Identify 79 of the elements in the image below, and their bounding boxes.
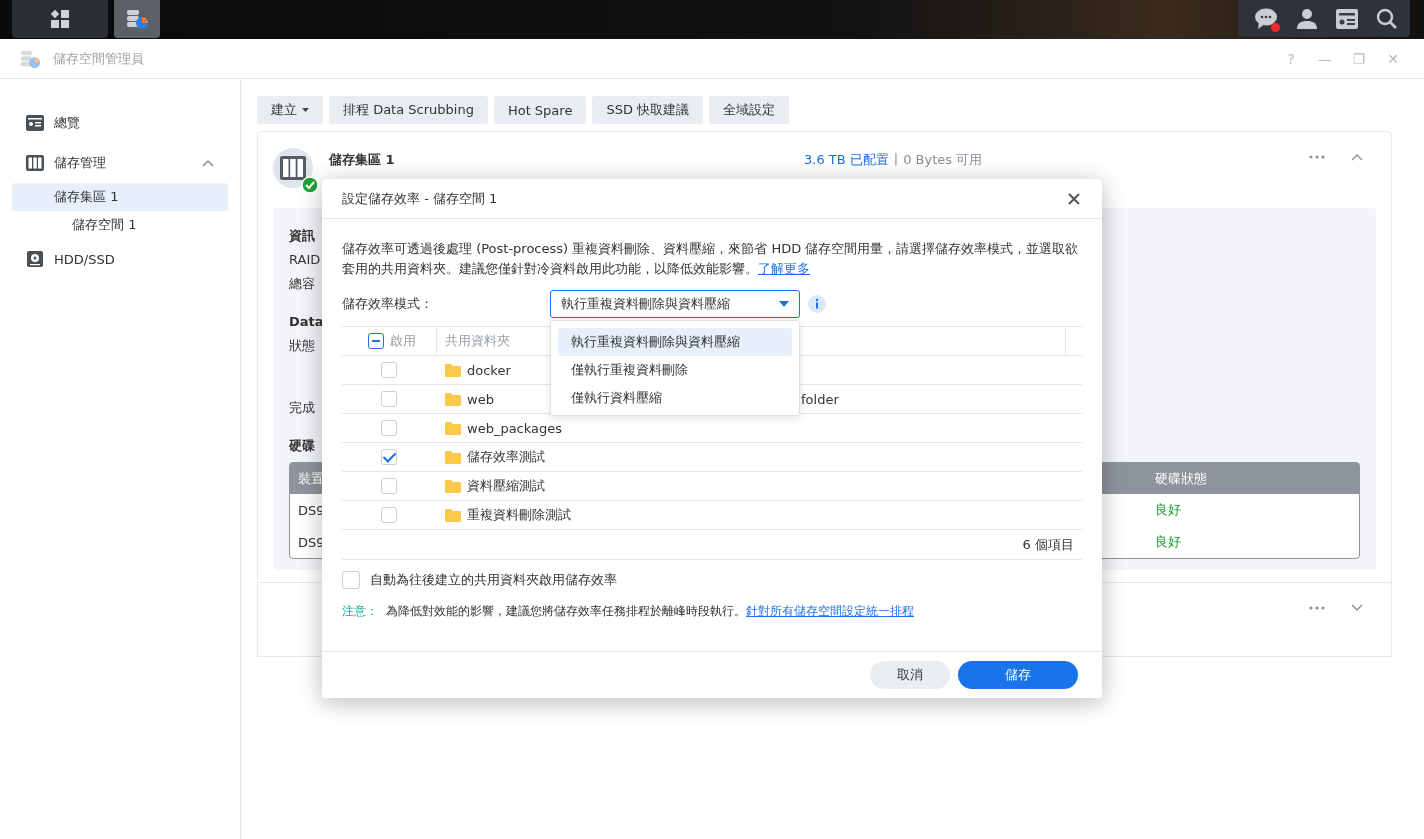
toolbar-button[interactable]: 全域設定 [709,96,790,124]
column-header: 共用資料夾 [445,332,510,350]
toolbar-button[interactable]: Hot Spare [493,96,587,124]
drive-bays-icon [26,155,44,171]
info-icon[interactable] [808,295,826,313]
info-label: 完成 [289,399,315,417]
tray-button[interactable] [1254,7,1278,30]
more-button[interactable] [1309,606,1325,610]
learn-more-link[interactable]: 了解更多 [758,261,810,276]
folder-name: web [467,391,494,407]
available-text: 0 Bytes 可用 [903,151,983,169]
caret-icon [779,301,789,307]
widget-card-icon [1336,8,1358,29]
mode-select[interactable]: 執行重複資料刪除與資料壓縮 [550,290,800,318]
grid-icon [50,9,70,29]
folder-name: 重複資料刪除測試 [467,506,571,524]
schedule-link[interactable]: 針對所有儲存空間設定統一排程 [746,604,914,618]
sidebar-subitem[interactable]: 儲存集區 1 [12,183,228,211]
folder-icon [445,450,461,464]
column-header: 裝置 [298,469,324,488]
menu-item[interactable]: 執行重複資料刪除與資料壓縮 [558,328,792,356]
section-heading: 資訊 [289,227,315,245]
note-text: 為降低對效能的影響，建議您將儲存效率任務排程於離峰時段執行。針對所有儲存空間設定統一排程 [386,603,914,620]
chevron-up-icon[interactable] [1351,153,1363,161]
folder-name: web_packages [467,420,563,436]
cancel-button[interactable]: 取消 [870,661,950,689]
description-text: 儲存效率可透過後處理 (Post-process) 重複資料刪除、資料壓縮，來節省 HDD 儲存空間用量，請選擇儲存效率模式，並選取欲套用的共用資料夾。建議您僅針對冷資料啟用此功能，以降低效能影響。了解更多 [342,240,1080,278]
folder-icon [445,421,461,435]
info-label: RAID [289,251,321,269]
toolbar-button[interactable]: 排程 Data Scrubbing [329,96,488,124]
tray-button[interactable] [1336,8,1358,29]
note-label: 注意： [342,603,378,620]
allocated-text: 3.6 TB 已配置 [804,151,889,169]
item-count: 6 個項目 [1022,535,1074,554]
tray-button[interactable] [1296,7,1318,30]
toolbar-button[interactable]: SSD 快取建議 [592,96,704,124]
taskbar-app-button[interactable] [114,0,160,38]
pool-title: 儲存集區 1 [329,151,396,169]
taskbar-app-button[interactable] [12,0,108,38]
user-icon [1296,7,1318,30]
checkbox[interactable] [368,333,384,349]
sidebar-item[interactable]: HDD/SSD [12,245,228,273]
sidebar-item[interactable]: 總覽 [12,109,228,137]
search-icon [1376,7,1398,30]
table-cell: 良好 [1155,501,1181,519]
toolbar-button[interactable]: 建立 [257,96,323,124]
folder-icon [445,479,461,493]
table-cell: 良好 [1155,533,1181,551]
section-heading: 硬碟 [289,437,315,455]
info-label: 狀態 [289,337,315,355]
menu-item[interactable]: 僅執行重複資料刪除 [558,356,792,384]
window-title: 儲存空間管理員 [53,49,144,68]
more-button[interactable] [1309,155,1325,159]
folder-name: 資料壓縮測試 [467,477,545,495]
folder-name: docker [467,362,511,378]
dialog-title: 設定儲存效率 - 儲存空間 1 [342,189,498,208]
info-label: 總容 [289,275,315,293]
id-card-icon [26,115,44,131]
save-button[interactable]: 儲存 [958,661,1078,689]
checkbox-label: 自動為往後建立的共用資料夾啟用儲存效率 [370,571,617,589]
sidebar-subitem[interactable]: 儲存空間 1 [12,211,228,239]
separator-text: | [893,151,899,168]
section-heading: Data [289,313,324,331]
folder-icon [445,392,461,406]
folder-icon [445,508,461,522]
field-label: 儲存效率模式： [342,295,434,313]
database-chart-icon [125,7,149,31]
table-cell: folder [801,391,839,407]
chat-bubble-icon [1254,7,1278,30]
column-header: 硬碟狀態 [1155,469,1207,488]
tray-button[interactable] [1376,7,1398,30]
folder-name: 儲存效率測試 [467,448,545,466]
close-button[interactable] [1068,192,1080,205]
chevron-down-icon[interactable] [1351,604,1363,612]
column-header: 啟用 [390,332,416,350]
folder-icon [445,363,461,377]
drive-bays-icon [273,148,313,188]
menu-item[interactable]: 僅執行資料壓縮 [558,384,792,412]
sidebar-item[interactable]: 儲存管理 [12,149,228,177]
